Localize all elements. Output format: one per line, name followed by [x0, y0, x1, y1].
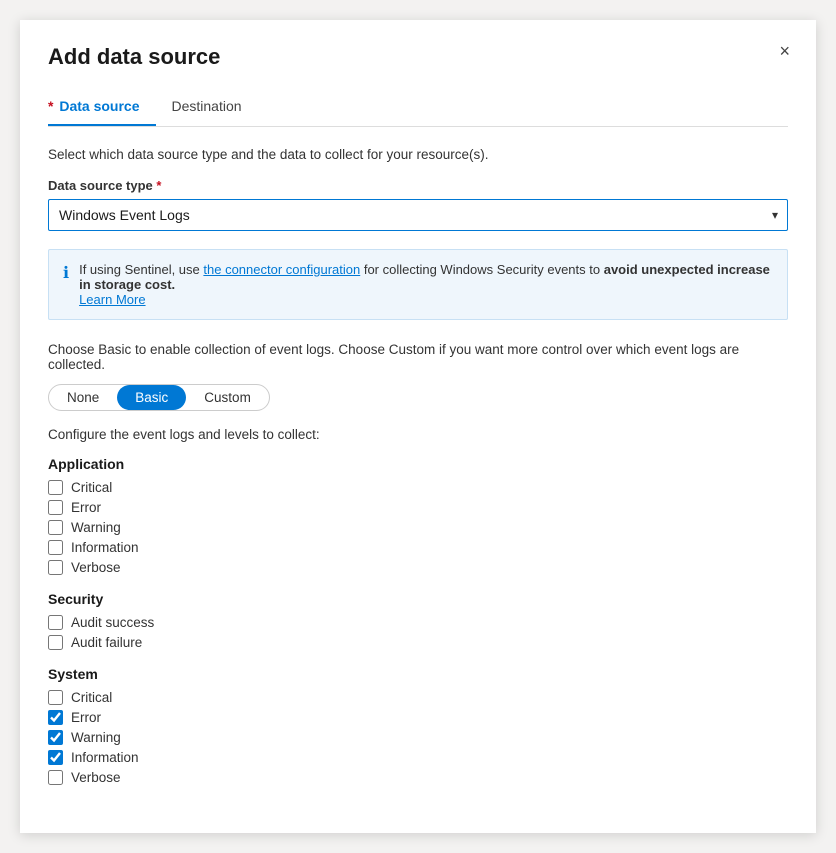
list-item: Critical [48, 690, 788, 705]
tab-bar: * Data source Destination [48, 90, 788, 127]
system-error-checkbox[interactable] [48, 710, 63, 725]
list-item: Audit success [48, 615, 788, 630]
field-required-star: * [156, 178, 161, 193]
application-error-checkbox[interactable] [48, 500, 63, 515]
application-section: Application Critical Error Warning Infor… [48, 456, 788, 575]
collection-mode-toggle: None Basic Custom [48, 384, 270, 411]
configure-label: Configure the event logs and levels to c… [48, 427, 788, 442]
list-item: Verbose [48, 560, 788, 575]
toggle-none[interactable]: None [49, 385, 117, 410]
list-item: Error [48, 710, 788, 725]
system-critical-checkbox[interactable] [48, 690, 63, 705]
application-information-checkbox[interactable] [48, 540, 63, 555]
tab-destination[interactable]: Destination [172, 90, 258, 126]
info-icon: ℹ [63, 263, 69, 283]
list-item: Verbose [48, 770, 788, 785]
application-section-title: Application [48, 456, 788, 472]
list-item: Information [48, 750, 788, 765]
info-banner: ℹ If using Sentinel, use the connector c… [48, 249, 788, 320]
system-information-checkbox[interactable] [48, 750, 63, 765]
data-source-type-label: Data source type * [48, 178, 788, 193]
info-banner-text: If using Sentinel, use the connector con… [79, 262, 773, 307]
list-item: Error [48, 500, 788, 515]
toggle-basic[interactable]: Basic [117, 385, 186, 410]
learn-more-link[interactable]: Learn More [79, 292, 145, 307]
data-source-type-select[interactable]: Windows Event Logs Linux Syslog Windows … [48, 199, 788, 231]
connector-config-link[interactable]: the connector configuration [203, 262, 360, 277]
page-description: Select which data source type and the da… [48, 147, 788, 162]
close-button[interactable]: × [773, 38, 796, 64]
list-item: Critical [48, 480, 788, 495]
security-audit-success-checkbox[interactable] [48, 615, 63, 630]
application-warning-checkbox[interactable] [48, 520, 63, 535]
dialog-title: Add data source [48, 44, 788, 70]
system-section-title: System [48, 666, 788, 682]
system-section: System Critical Error Warning Informatio… [48, 666, 788, 785]
data-source-type-wrapper: Windows Event Logs Linux Syslog Windows … [48, 199, 788, 231]
tab-data-source[interactable]: * Data source [48, 90, 156, 126]
list-item: Information [48, 540, 788, 555]
choose-description: Choose Basic to enable collection of eve… [48, 342, 788, 372]
system-warning-checkbox[interactable] [48, 730, 63, 745]
list-item: Warning [48, 520, 788, 535]
application-critical-checkbox[interactable] [48, 480, 63, 495]
required-star: * [48, 98, 53, 114]
list-item: Warning [48, 730, 788, 745]
add-data-source-dialog: Add data source × * Data source Destinat… [20, 20, 816, 833]
security-section: Security Audit success Audit failure [48, 591, 788, 650]
application-verbose-checkbox[interactable] [48, 560, 63, 575]
list-item: Audit failure [48, 635, 788, 650]
system-verbose-checkbox[interactable] [48, 770, 63, 785]
toggle-custom[interactable]: Custom [186, 385, 269, 410]
security-audit-failure-checkbox[interactable] [48, 635, 63, 650]
security-section-title: Security [48, 591, 788, 607]
